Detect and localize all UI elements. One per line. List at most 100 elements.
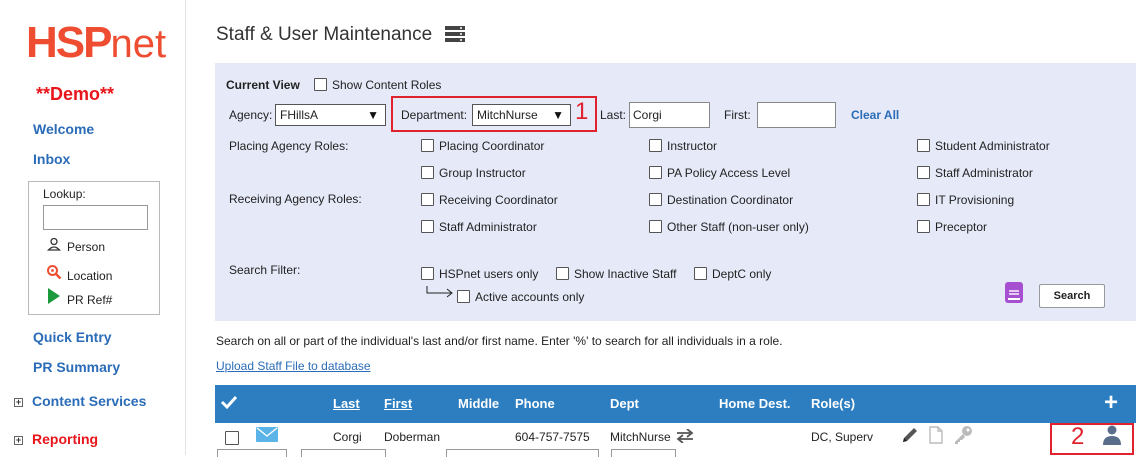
checkbox[interactable] bbox=[421, 139, 434, 152]
nav-inbox[interactable]: Inbox bbox=[33, 151, 70, 167]
book-icon[interactable] bbox=[1005, 282, 1023, 308]
nav-content-services-label: Content Services bbox=[32, 393, 147, 409]
filter-input-stub[interactable] bbox=[217, 449, 287, 457]
first-label: First: bbox=[724, 108, 751, 122]
column-last[interactable]: Last bbox=[333, 396, 360, 411]
role-other-staff[interactable]: Other Staff (non-user only) bbox=[649, 220, 809, 234]
role-student-administrator[interactable]: Student Administrator bbox=[917, 139, 1050, 153]
lookup-person[interactable]: Person bbox=[45, 237, 105, 255]
last-name-input[interactable]: Corgi bbox=[629, 102, 710, 128]
lookup-box: Lookup: Person Location PR Ref# bbox=[28, 181, 160, 315]
edit-pencil-icon[interactable] bbox=[901, 426, 919, 449]
expand-icon[interactable]: + bbox=[14, 436, 23, 445]
checkbox[interactable] bbox=[314, 78, 327, 91]
cell-last: Corgi bbox=[333, 430, 362, 444]
filter-deptc-only[interactable]: DeptC only bbox=[694, 267, 771, 281]
transfer-icon[interactable] bbox=[676, 428, 694, 448]
role-preceptor[interactable]: Preceptor bbox=[917, 220, 987, 234]
email-icon[interactable] bbox=[256, 427, 278, 447]
select-all-check-icon[interactable] bbox=[220, 394, 238, 415]
lookup-location[interactable]: Location bbox=[45, 264, 112, 285]
clear-all-link[interactable]: Clear All bbox=[851, 108, 899, 122]
first-name-input[interactable] bbox=[757, 102, 836, 128]
column-first[interactable]: First bbox=[384, 396, 412, 411]
lookup-pr-ref-label: PR Ref# bbox=[67, 293, 113, 307]
search-hint: Search on all or part of the individual'… bbox=[216, 334, 783, 348]
role-staff-administrator-receiving[interactable]: Staff Administrator bbox=[421, 220, 537, 234]
role-label: Student Administrator bbox=[935, 139, 1050, 153]
nav-reporting-label: Reporting bbox=[32, 431, 99, 447]
row-checkbox[interactable] bbox=[225, 431, 239, 445]
checkbox[interactable] bbox=[649, 220, 662, 233]
column-roles: Role(s) bbox=[811, 396, 856, 411]
lookup-pr-ref[interactable]: PR Ref# bbox=[45, 288, 113, 309]
role-placing-coordinator[interactable]: Placing Coordinator bbox=[421, 139, 544, 153]
search-button[interactable]: Search bbox=[1039, 284, 1105, 308]
checkbox[interactable] bbox=[421, 166, 434, 179]
checkbox[interactable] bbox=[917, 193, 930, 206]
checkbox[interactable] bbox=[917, 139, 930, 152]
filter-active-accounts-only[interactable]: Active accounts only bbox=[457, 290, 584, 304]
column-home-dest: Home Dest. bbox=[719, 396, 791, 411]
server-icon[interactable] bbox=[445, 26, 466, 48]
role-it-provisioning[interactable]: IT Provisioning bbox=[917, 193, 1014, 207]
document-icon[interactable] bbox=[929, 426, 943, 449]
filter-show-inactive-staff[interactable]: Show Inactive Staff bbox=[556, 267, 677, 281]
cell-first: Doberman bbox=[384, 430, 441, 444]
filter-input-stub[interactable] bbox=[301, 449, 386, 457]
role-pa-policy-access-level[interactable]: PA Policy Access Level bbox=[649, 166, 790, 180]
column-middle: Middle bbox=[458, 396, 500, 411]
sidebar: HSPnet **Demo** Welcome Inbox Lookup: Pe… bbox=[0, 0, 186, 455]
checkbox[interactable] bbox=[649, 193, 662, 206]
role-destination-coordinator[interactable]: Destination Coordinator bbox=[649, 193, 793, 207]
checkbox[interactable] bbox=[421, 267, 434, 280]
key-icon[interactable] bbox=[952, 425, 974, 450]
agency-select[interactable]: FHillsA ▼ bbox=[275, 104, 386, 126]
annotation-marker-1: 1 bbox=[575, 98, 589, 125]
agency-value: FHillsA bbox=[280, 108, 318, 122]
nav-content-services[interactable]: + Content Services bbox=[14, 393, 146, 409]
role-label: PA Policy Access Level bbox=[667, 166, 791, 180]
play-icon bbox=[45, 288, 63, 309]
agency-label: Agency: bbox=[229, 108, 273, 122]
nav-welcome[interactable]: Welcome bbox=[33, 121, 94, 137]
annotation-box-1 bbox=[391, 96, 597, 132]
lookup-input[interactable] bbox=[43, 205, 148, 230]
role-instructor[interactable]: Instructor bbox=[649, 139, 717, 153]
nav-quick-entry[interactable]: Quick Entry bbox=[33, 329, 112, 345]
role-label: Receiving Coordinator bbox=[439, 193, 558, 207]
column-phone: Phone bbox=[515, 396, 555, 411]
filter-label: Show Inactive Staff bbox=[574, 267, 677, 281]
role-label: Staff Administrator bbox=[439, 220, 537, 234]
role-label: Instructor bbox=[667, 139, 718, 153]
filter-input-stub[interactable] bbox=[446, 449, 599, 457]
checkbox[interactable] bbox=[421, 220, 434, 233]
checkbox[interactable] bbox=[649, 139, 662, 152]
logo-main: HSP bbox=[26, 18, 112, 67]
hspnet-logo[interactable]: HSPnet bbox=[26, 18, 166, 68]
role-group-instructor[interactable]: Group Instructor bbox=[421, 166, 526, 180]
checkbox[interactable] bbox=[421, 193, 434, 206]
checkbox[interactable] bbox=[649, 166, 662, 179]
role-label: IT Provisioning bbox=[935, 193, 1015, 207]
lookup-label: Lookup: bbox=[43, 187, 86, 201]
nav-reporting[interactable]: + Reporting bbox=[14, 431, 98, 447]
filter-hspnet-users-only[interactable]: HSPnet users only bbox=[421, 267, 538, 281]
role-staff-administrator-placing[interactable]: Staff Administrator bbox=[917, 166, 1033, 180]
checkbox[interactable] bbox=[917, 220, 930, 233]
checkbox[interactable] bbox=[694, 267, 707, 280]
role-receiving-coordinator[interactable]: Receiving Coordinator bbox=[421, 193, 558, 207]
location-search-icon bbox=[45, 264, 63, 285]
filter-input-stub[interactable] bbox=[611, 449, 676, 457]
nav-pr-summary[interactable]: PR Summary bbox=[33, 359, 120, 375]
expand-icon[interactable]: + bbox=[14, 398, 23, 407]
checkbox[interactable] bbox=[457, 290, 470, 303]
add-staff-button[interactable]: + bbox=[1104, 389, 1118, 417]
upload-staff-file-link[interactable]: Upload Staff File to database bbox=[216, 359, 371, 373]
page-title-text: Staff & User Maintenance bbox=[216, 24, 433, 45]
checkbox[interactable] bbox=[556, 267, 569, 280]
person-icon bbox=[45, 237, 63, 256]
role-label: Destination Coordinator bbox=[667, 193, 794, 207]
show-content-roles[interactable]: Show Content Roles bbox=[314, 78, 441, 92]
checkbox[interactable] bbox=[917, 166, 930, 179]
